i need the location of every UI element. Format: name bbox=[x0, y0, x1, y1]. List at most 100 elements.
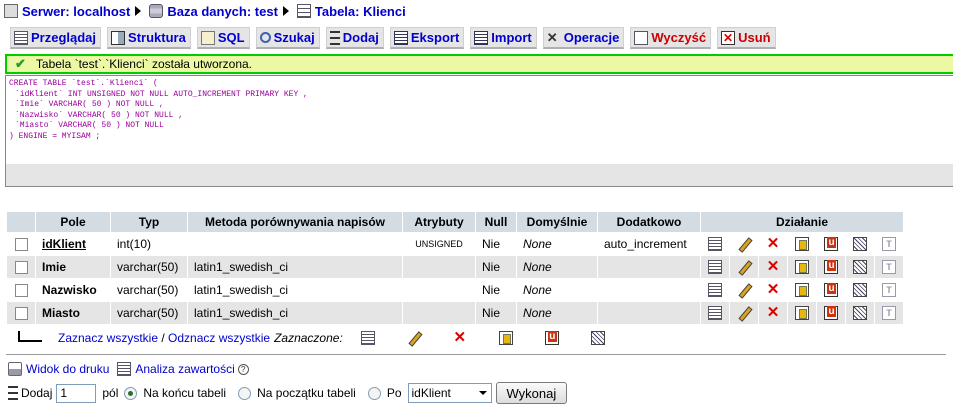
drop-icon[interactable]: ✕ bbox=[766, 259, 780, 274]
collation-value: latin1_swedish_ci bbox=[194, 306, 289, 320]
primary-key-icon[interactable] bbox=[795, 283, 809, 298]
browse-icon[interactable] bbox=[708, 283, 722, 298]
index-icon[interactable] bbox=[853, 260, 867, 275]
unique-icon[interactable] bbox=[824, 237, 838, 252]
drop-icon[interactable]: ✕ bbox=[766, 236, 780, 251]
tab-export[interactable]: Eksport bbox=[389, 27, 465, 49]
go-button[interactable]: Wykonaj bbox=[495, 382, 568, 404]
radio-after[interactable] bbox=[367, 386, 381, 400]
after-field-select[interactable]: idKlient bbox=[407, 383, 492, 403]
fulltext-icon[interactable]: T bbox=[882, 260, 896, 275]
select-separator: / bbox=[158, 331, 169, 345]
unique-action-cell bbox=[817, 233, 845, 255]
fulltext-icon[interactable]: T bbox=[882, 237, 896, 252]
null-value: Nie bbox=[482, 237, 501, 251]
drop-selected-icon[interactable]: ✕ bbox=[453, 330, 467, 345]
radio-at-start[interactable] bbox=[238, 386, 252, 400]
export-icon bbox=[393, 30, 408, 45]
breadcrumb-server-link[interactable]: Serwer: localhost bbox=[22, 4, 130, 19]
fulltext-icon[interactable]: T bbox=[882, 283, 896, 298]
extra-cell: auto_increment bbox=[598, 233, 700, 255]
default-cell: None bbox=[517, 256, 597, 278]
tab-structure[interactable]: Struktura bbox=[107, 27, 191, 49]
deselect-all-link[interactable]: Odznacz wszystkie bbox=[168, 331, 270, 345]
change-icon[interactable] bbox=[737, 283, 751, 297]
index-action-cell bbox=[846, 256, 874, 278]
drop-icon[interactable]: ✕ bbox=[766, 305, 780, 320]
collation-cell: latin1_swedish_ci bbox=[188, 302, 402, 324]
change-selected-icon[interactable] bbox=[407, 331, 421, 345]
breadcrumb-server[interactable]: Serwer: localhost bbox=[4, 4, 130, 19]
unique-icon[interactable] bbox=[824, 306, 838, 321]
unique-icon[interactable] bbox=[824, 283, 838, 298]
browse-icon[interactable] bbox=[708, 237, 722, 252]
browse-selected-icon[interactable] bbox=[360, 331, 375, 345]
add-fields-row: Dodaj pól Na końcu tabeli Na początku ta… bbox=[8, 382, 568, 404]
field-name-cell: Miasto bbox=[36, 302, 110, 324]
index-selected-icon[interactable] bbox=[590, 331, 605, 345]
tab-operations[interactable]: ✕ Operacje bbox=[542, 27, 625, 49]
field-count-input[interactable] bbox=[56, 383, 97, 403]
after-field-value: idKlient bbox=[411, 386, 451, 400]
type-value: varchar(50) bbox=[117, 283, 179, 297]
tab-label: Przeglądaj bbox=[31, 30, 97, 45]
extra-value: auto_increment bbox=[604, 237, 687, 251]
select-all-link[interactable]: Zaznacz wszystkie bbox=[58, 331, 158, 345]
analyze-link[interactable]: Analiza zawartości bbox=[135, 362, 234, 376]
primary-key-icon[interactable] bbox=[795, 260, 809, 275]
tab-sql[interactable]: SQL bbox=[196, 27, 250, 49]
success-message-text: Tabela `test`.`Klienci` została utworzon… bbox=[35, 57, 252, 71]
row-checkbox[interactable] bbox=[14, 238, 28, 252]
primary-key-action-cell bbox=[788, 279, 816, 301]
breadcrumb-table-link[interactable]: Tabela: Klienci bbox=[315, 4, 406, 19]
drop-icon[interactable]: ✕ bbox=[766, 282, 780, 297]
at-end-label: Na końcu tabeli bbox=[143, 386, 227, 400]
change-action-cell bbox=[730, 302, 758, 324]
breadcrumb-database-link[interactable]: Baza danych: test bbox=[167, 4, 278, 19]
tab-search[interactable]: Szukaj bbox=[255, 27, 320, 49]
tab-empty[interactable]: Wyczyść bbox=[630, 27, 712, 49]
field-name-value[interactable]: idKlient bbox=[42, 237, 86, 251]
index-action-cell bbox=[846, 302, 874, 324]
radio-at-end[interactable] bbox=[124, 386, 138, 400]
breadcrumb-table[interactable]: Tabela: Klienci bbox=[296, 4, 406, 19]
column-header-field: Pole bbox=[36, 212, 110, 232]
browse-action-cell bbox=[701, 233, 729, 255]
primary-key-icon[interactable] bbox=[795, 237, 809, 252]
change-icon[interactable] bbox=[737, 260, 751, 274]
print-view-link[interactable]: Widok do druku bbox=[26, 362, 109, 376]
breadcrumb-database[interactable]: Baza danych: test bbox=[149, 4, 278, 19]
primary-selected-icon[interactable] bbox=[498, 331, 513, 345]
collation-cell bbox=[188, 233, 402, 255]
index-icon[interactable] bbox=[853, 237, 867, 252]
row-checkbox[interactable] bbox=[14, 307, 28, 321]
database-icon bbox=[149, 4, 164, 18]
table-header-row: Pole Typ Metoda porównywania napisów Atr… bbox=[7, 212, 903, 232]
unique-icon[interactable] bbox=[824, 260, 838, 275]
change-icon[interactable] bbox=[737, 237, 751, 251]
field-name-cell: idKlient bbox=[36, 233, 110, 255]
check-all-row: Zaznacz wszystkie / Odznacz wszystkie Za… bbox=[16, 329, 605, 347]
attributes-cell bbox=[403, 279, 475, 301]
tab-label: Eksport bbox=[410, 30, 460, 45]
fulltext-icon[interactable]: T bbox=[882, 306, 896, 321]
row-checkbox[interactable] bbox=[14, 284, 28, 298]
tab-browse[interactable]: Przeglądaj bbox=[10, 27, 102, 49]
default-cell: None bbox=[517, 233, 597, 255]
browse-icon[interactable] bbox=[708, 260, 722, 275]
tab-insert[interactable]: Dodaj bbox=[325, 27, 384, 49]
sql-line: `Imie` VARCHAR( 50 ) NOT NULL , bbox=[15, 100, 164, 109]
browse-icon[interactable] bbox=[708, 306, 722, 321]
unique-selected-icon[interactable] bbox=[544, 331, 559, 345]
unique-action-cell bbox=[817, 256, 845, 278]
index-icon[interactable] bbox=[853, 306, 867, 321]
help-icon[interactable]: ? bbox=[237, 363, 249, 375]
attributes-value: UNSIGNED bbox=[415, 239, 463, 249]
row-checkbox[interactable] bbox=[14, 261, 28, 275]
primary-key-icon[interactable] bbox=[795, 306, 809, 321]
tab-import[interactable]: Import bbox=[470, 27, 537, 49]
table-row: Nazwisko varchar(50) latin1_swedish_ci Nie N… bbox=[7, 279, 903, 301]
index-icon[interactable] bbox=[853, 283, 867, 298]
tab-drop[interactable]: ✕ Usuń bbox=[717, 27, 776, 49]
change-icon[interactable] bbox=[737, 306, 751, 320]
